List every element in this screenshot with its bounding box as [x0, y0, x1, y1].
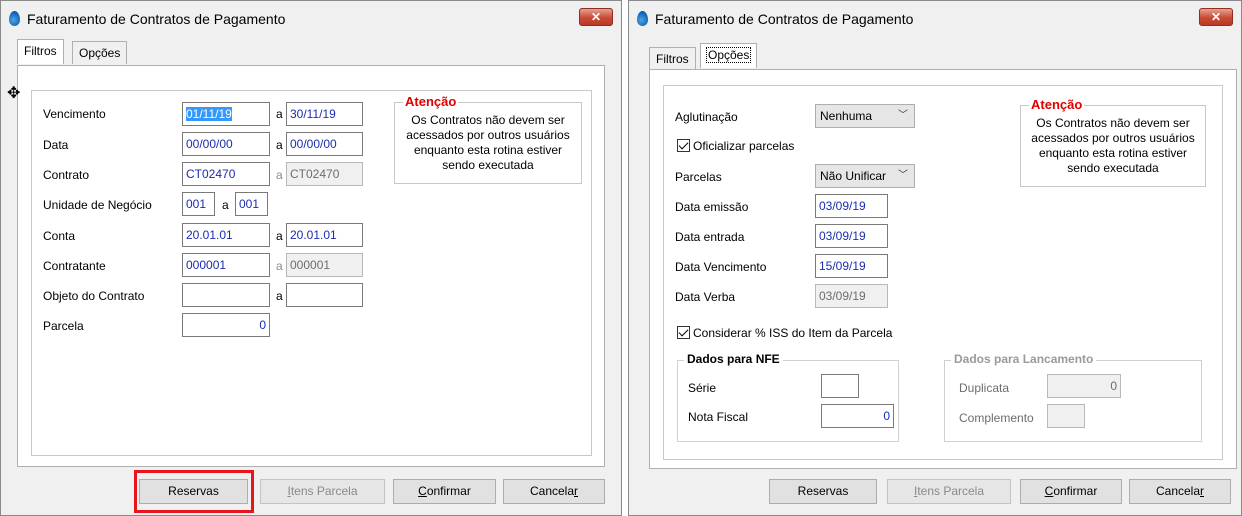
tab-opcoes[interactable]: Opções: [700, 43, 758, 68]
vencimento-label: Vencimento: [43, 107, 106, 121]
data-to-input[interactable]: 00/00/00: [286, 132, 363, 156]
data-separator: a: [276, 138, 283, 152]
unidade-to-input[interactable]: 001: [235, 192, 268, 216]
data-vencimento-label: Data Vencimento: [675, 260, 767, 274]
conta-to-input[interactable]: 20.01.01: [286, 223, 363, 247]
unidade-from-input[interactable]: 001: [182, 192, 215, 216]
unidade-negocio-label: Unidade de Negócio: [43, 198, 152, 212]
parcela-input[interactable]: 0: [182, 313, 270, 337]
attention-text: Os Contratos não devem ser acessados por…: [406, 113, 570, 172]
contratante-label: Contratante: [43, 259, 106, 273]
considerar-iss-label: Considerar % ISS do Item da Parcela: [693, 326, 893, 340]
vencimento-separator: a: [276, 107, 283, 121]
title-bar: Faturamento de Contratos de Pagamento ✕: [629, 1, 1241, 37]
tab-filtros-label: Filtros: [656, 52, 689, 66]
attention-notice: Atenção Os Contratos não devem ser acess…: [394, 94, 582, 184]
contrato-label: Contrato: [43, 168, 90, 182]
data-entrada-label: Data entrada: [675, 230, 745, 244]
vencimento-to-input[interactable]: 30/11/19: [286, 102, 363, 126]
objeto-to-input[interactable]: [286, 283, 363, 307]
nfe-group-title: Dados para NFE: [684, 352, 783, 366]
contratante-separator: a: [276, 259, 283, 273]
complemento-label: Complemento: [959, 411, 1034, 425]
lancamento-group: Dados para Lancamento Duplicata 0 Comple…: [944, 352, 1202, 442]
close-button[interactable]: ✕: [1199, 8, 1233, 26]
conta-label: Conta: [43, 229, 76, 243]
cancelar-button[interactable]: Cancelar: [503, 479, 605, 504]
data-entrada-input[interactable]: 03/09/19: [815, 224, 888, 248]
attention-title: Atenção: [403, 94, 459, 109]
nota-fiscal-input[interactable]: 0: [821, 404, 894, 428]
aglutinacao-label: Aglutinação: [675, 110, 738, 124]
contratante-to-input: 000001: [286, 253, 363, 277]
attention-title: Atenção: [1029, 97, 1085, 112]
window-title: Faturamento de Contratos de Pagamento: [655, 11, 914, 27]
chevron-down-icon: ﹀: [898, 170, 908, 181]
parcelas-label: Parcelas: [675, 170, 722, 184]
confirmar-button[interactable]: Confirmar: [1020, 479, 1122, 504]
nfe-group: Dados para NFE Série Nota Fiscal 0: [677, 352, 899, 442]
parcela-label: Parcela: [43, 319, 84, 333]
serie-input[interactable]: [821, 374, 859, 398]
data-emissao-label: Data emissão: [675, 200, 749, 214]
attention-text: Os Contratos não devem ser acessados por…: [1031, 116, 1195, 175]
oficializar-checkbox[interactable]: [677, 139, 690, 152]
close-button[interactable]: ✕: [579, 8, 613, 26]
reservas-highlight-box: [134, 470, 254, 513]
duplicata-label: Duplicata: [959, 381, 1010, 395]
considerar-iss-checkbox[interactable]: [677, 326, 690, 339]
contrato-separator: a: [276, 168, 283, 182]
lancamento-group-title: Dados para Lancamento: [951, 352, 1097, 366]
attention-notice: Atenção Os Contratos não devem ser acess…: [1020, 97, 1206, 187]
window-title: Faturamento de Contratos de Pagamento: [27, 11, 286, 27]
parcelas-select[interactable]: Não Unificar ﹀: [815, 164, 915, 188]
close-icon: ✕: [1210, 10, 1222, 24]
objeto-contrato-label: Objeto do Contrato: [43, 289, 145, 303]
filtros-panel: Vencimento 01/11/19 a 30/11/19 Data 00/0…: [17, 65, 605, 467]
right-dialog-window: Faturamento de Contratos de Pagamento ✕ …: [628, 0, 1242, 516]
tab-opcoes-label: Opções: [705, 47, 752, 63]
close-icon: ✕: [590, 10, 602, 24]
chevron-down-icon: ﹀: [898, 110, 908, 121]
left-dialog-window: Faturamento de Contratos de Pagamento ✕ …: [0, 0, 622, 516]
nota-fiscal-label: Nota Fiscal: [688, 410, 749, 424]
contratante-from-input[interactable]: 000001: [182, 253, 270, 277]
itens-parcela-button: Itens Parcela: [260, 479, 385, 504]
data-emissao-input[interactable]: 03/09/19: [815, 194, 888, 218]
complemento-input: [1047, 404, 1085, 428]
conta-separator: a: [276, 229, 283, 243]
data-from-input[interactable]: 00/00/00: [182, 132, 270, 156]
data-vencimento-input[interactable]: 15/09/19: [815, 254, 888, 278]
reservas-button[interactable]: Reservas: [769, 479, 877, 504]
unidade-separator: a: [222, 198, 229, 212]
tab-filtros-label: Filtros: [24, 44, 57, 58]
app-drop-icon: [9, 11, 20, 26]
objeto-separator: a: [276, 289, 283, 303]
duplicata-input: 0: [1047, 374, 1121, 398]
aglutinacao-select[interactable]: Nenhuma ﹀: [815, 104, 915, 128]
tab-filtros[interactable]: Filtros: [649, 47, 696, 70]
tab-filtros[interactable]: Filtros: [17, 39, 64, 64]
cancelar-button[interactable]: Cancelar: [1129, 479, 1231, 504]
oficializar-label: Oficializar parcelas: [693, 139, 795, 153]
move-cursor-icon: ✥: [7, 85, 21, 102]
contrato-to-input: CT02470: [286, 162, 363, 186]
objeto-from-input[interactable]: [182, 283, 270, 307]
title-bar: Faturamento de Contratos de Pagamento ✕: [1, 1, 621, 37]
itens-parcela-button: Itens Parcela: [887, 479, 1011, 504]
vencimento-from-input[interactable]: 01/11/19: [182, 102, 270, 126]
conta-from-input[interactable]: 20.01.01: [182, 223, 270, 247]
contrato-from-input[interactable]: CT02470: [182, 162, 270, 186]
app-drop-icon: [637, 11, 648, 26]
tab-opcoes[interactable]: Opções: [72, 41, 128, 64]
opcoes-panel: Aglutinação Nenhuma ﹀ Oficializar parcela…: [649, 69, 1237, 469]
tab-opcoes-label: Opções: [79, 46, 121, 60]
data-label: Data: [43, 138, 69, 152]
data-verba-input: 03/09/19: [815, 284, 888, 308]
serie-label: Série: [688, 381, 717, 395]
confirmar-button[interactable]: Confirmar: [393, 479, 496, 504]
data-verba-label: Data Verba: [675, 290, 736, 304]
